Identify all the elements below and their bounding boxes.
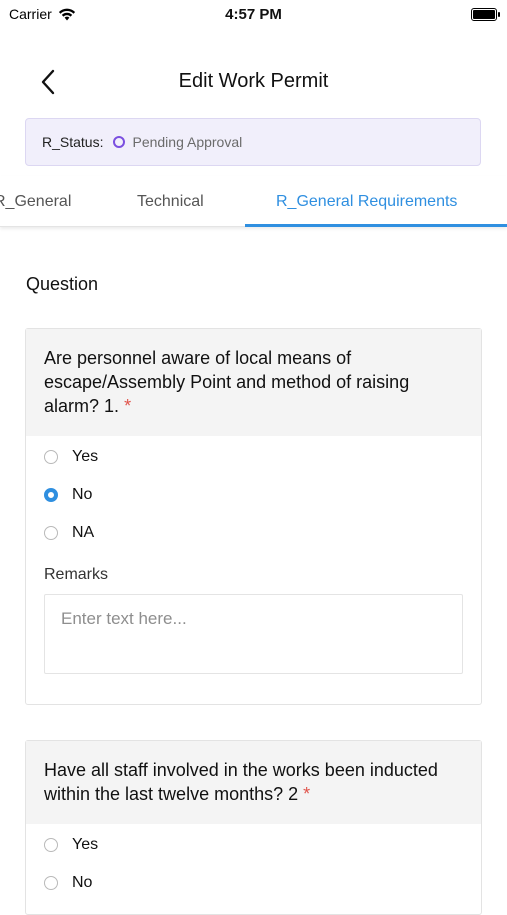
remarks-input[interactable]: Enter text here... (44, 594, 463, 674)
clock: 4:57 PM (225, 6, 282, 23)
option-label: Yes (72, 448, 99, 465)
nav-bar: Edit Work Permit (0, 60, 507, 104)
option-label: Yes (72, 836, 99, 853)
option-label: No (72, 486, 93, 503)
remarks-label: Remarks (44, 566, 109, 583)
question-label: Are personnel aware of local means of es… (44, 348, 410, 416)
active-tab-indicator (245, 224, 507, 227)
option-yes[interactable]: Yes (26, 438, 481, 476)
question-card: Are personnel aware of local means of es… (25, 328, 482, 705)
radio-icon (44, 526, 58, 540)
option-no[interactable]: No (26, 476, 481, 514)
option-yes[interactable]: Yes (26, 826, 481, 864)
tab-technical[interactable]: Technical (137, 193, 204, 211)
tab-bar: R_General Technical R_General Requiremen… (0, 176, 507, 227)
required-mark: * (124, 396, 132, 416)
page-title: Edit Work Permit (178, 70, 329, 92)
option-no[interactable]: No (26, 864, 481, 902)
radio-icon (44, 876, 58, 890)
radio-checked-icon (44, 488, 58, 502)
required-mark: * (303, 784, 311, 804)
radio-icon (44, 450, 58, 464)
status-value: Pending Approval (132, 134, 243, 150)
option-na[interactable]: NA (26, 514, 481, 552)
permit-status-banner: R_Status: Pending Approval (25, 118, 481, 166)
question-label: Have all staff involved in the works bee… (44, 760, 438, 804)
question-text: Have all staff involved in the works bee… (26, 741, 481, 824)
question-text: Are personnel aware of local means of es… (26, 329, 481, 436)
option-label: No (72, 874, 93, 891)
radio-icon (44, 838, 58, 852)
battery-icon (471, 8, 500, 21)
status-label: R_Status: (42, 134, 104, 150)
tab-r-general-requirements[interactable]: R_General Requirements (276, 193, 457, 211)
section-title: Question (26, 274, 99, 294)
status-bar: Carrier 4:57 PM (0, 0, 507, 30)
tab-r-general[interactable]: R_General (0, 193, 71, 211)
remarks-placeholder: Enter text here... (61, 609, 187, 628)
option-label: NA (72, 524, 95, 541)
status-dot-icon (113, 136, 126, 148)
question-card: Have all staff involved in the works bee… (25, 740, 482, 915)
